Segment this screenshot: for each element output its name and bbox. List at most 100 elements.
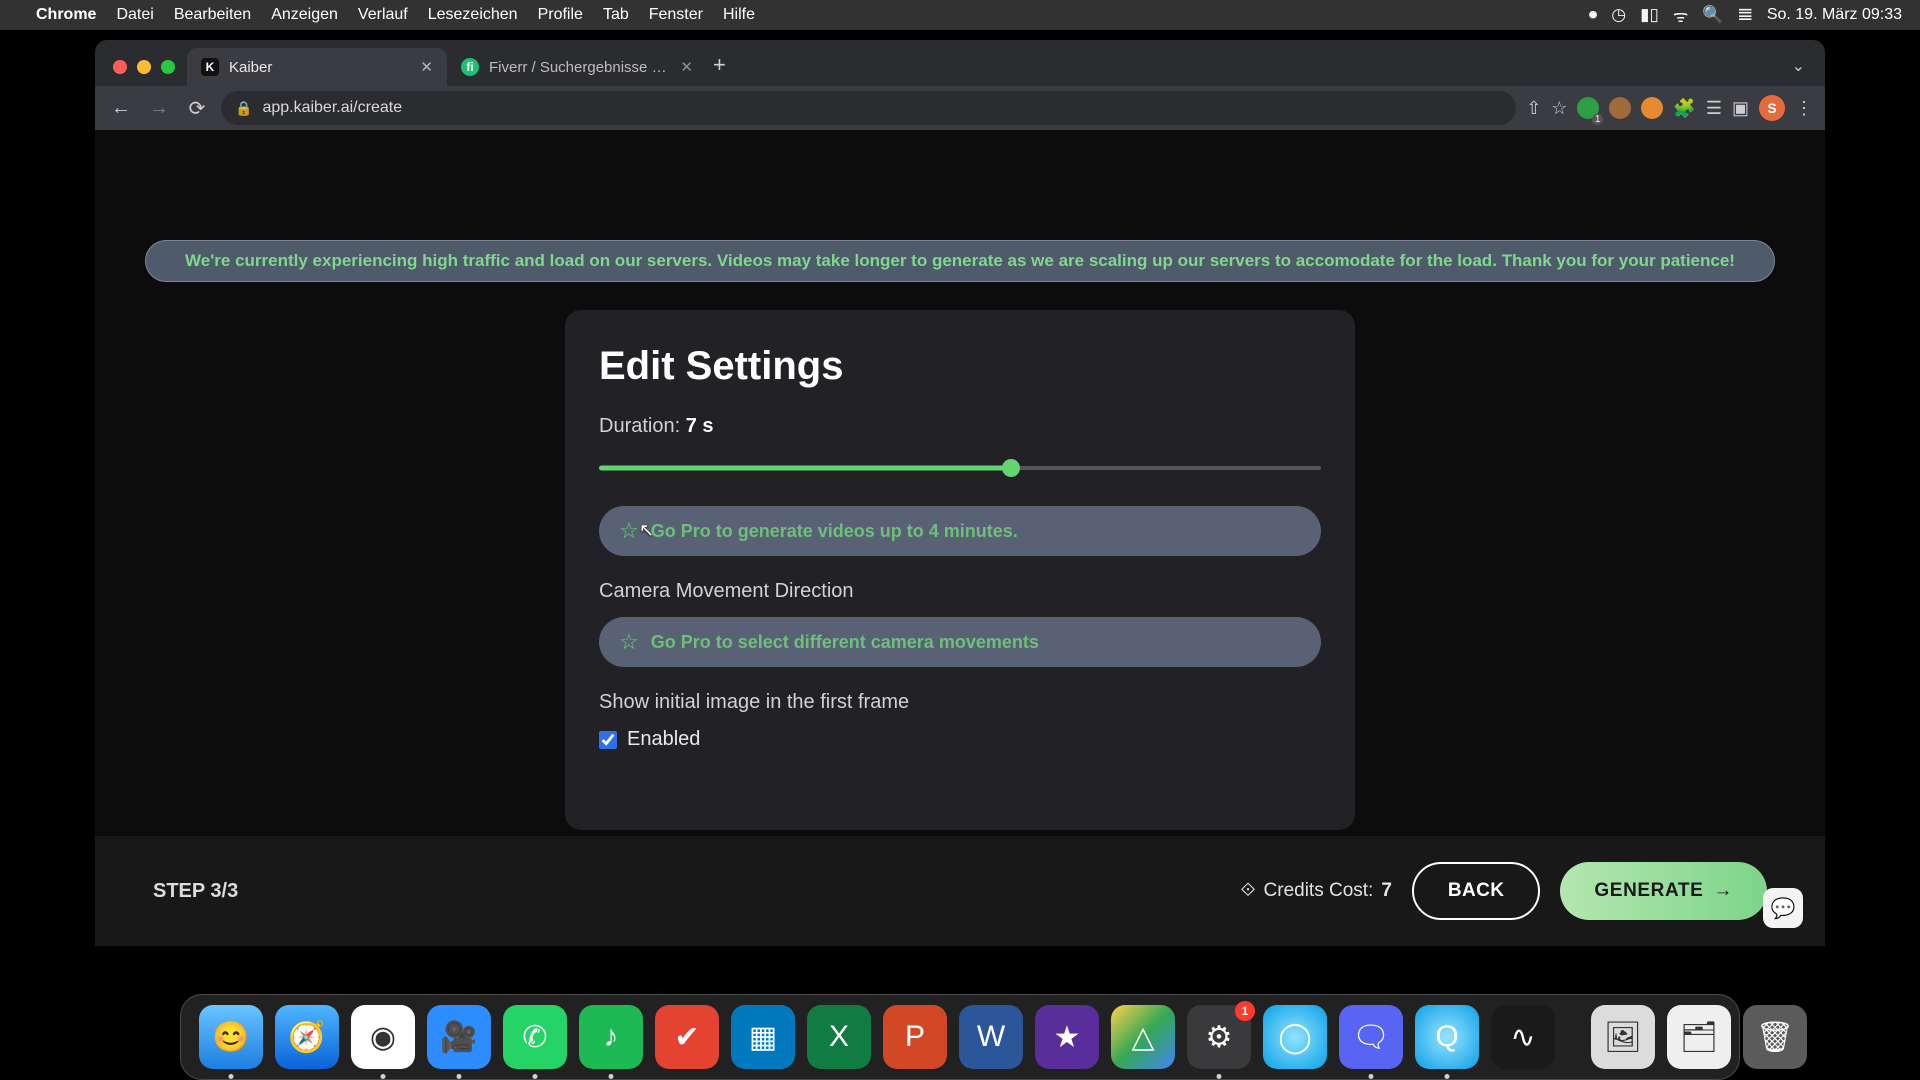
dock-screenshot-icon[interactable]: 🖼 [1591, 1005, 1655, 1069]
menu-tab[interactable]: Tab [603, 6, 629, 24]
share-icon[interactable]: ⇧ [1526, 98, 1541, 119]
high-traffic-banner: We're currently experiencing high traffi… [145, 240, 1775, 282]
nav-reload-icon[interactable]: ⟳ [183, 96, 211, 121]
address-bar[interactable]: 🔒 app.kaiber.ai/create [221, 91, 1516, 125]
credits-label: Credits Cost: [1264, 880, 1374, 902]
dock-spotify-icon[interactable]: ♪ [579, 1005, 643, 1069]
dock-finder-icon[interactable]: 😊 [199, 1005, 263, 1069]
credits-cost: ⟐ Credits Cost: 7 [1241, 880, 1392, 902]
clock-icon[interactable]: ◷ [1611, 5, 1626, 25]
camera-movement-heading: Camera Movement Direction [599, 580, 1321, 603]
dock-trash-icon[interactable]: 🗑 [1743, 1005, 1807, 1069]
go-pro-camera-text: Go Pro to select different camera moveme… [651, 632, 1039, 653]
lock-icon: 🔒 [235, 100, 252, 117]
credits-value: 7 [1381, 880, 1392, 902]
back-button[interactable]: BACK [1412, 862, 1541, 920]
menu-verlauf[interactable]: Verlauf [358, 6, 408, 24]
extension-badge: 1 [1592, 114, 1604, 125]
dock-drive-icon[interactable]: △ [1111, 1005, 1175, 1069]
menubar-datetime[interactable]: So. 19. März 09:33 [1767, 6, 1902, 24]
chrome-tabstrip: K Kaiber ✕ fi Fiverr / Suchergebnisse fü… [95, 40, 1825, 86]
duration-slider[interactable] [599, 456, 1321, 480]
menu-lesezeichen[interactable]: Lesezeichen [428, 6, 518, 24]
dock-audio-app-icon[interactable]: ∿ [1491, 1005, 1555, 1069]
settings-badge: 1 [1235, 1001, 1255, 1021]
nav-back-icon[interactable]: ← [107, 97, 135, 120]
window-minimize-icon[interactable] [137, 60, 151, 74]
slider-fill [599, 466, 1011, 471]
extension-shield-icon[interactable]: 1 [1577, 97, 1599, 119]
duration-label-text: Duration: [599, 415, 686, 437]
mouse-cursor-icon: ↖ [639, 520, 654, 541]
tab-close-icon[interactable]: ✕ [420, 58, 433, 76]
duration-value: 7 s [686, 415, 714, 437]
battery-icon[interactable]: ▮▯ [1640, 5, 1659, 25]
go-pro-duration-pill[interactable]: ☆ Go Pro to generate videos up to 4 minu… [599, 506, 1321, 556]
dock-discord-icon[interactable]: 🗨 [1339, 1005, 1403, 1069]
dock-zoom-icon[interactable]: 🎥 [427, 1005, 491, 1069]
credits-icon: ⟐ [1241, 880, 1256, 902]
menu-bearbeiten[interactable]: Bearbeiten [174, 6, 251, 24]
dock-chrome-icon[interactable]: ◉ [351, 1005, 415, 1069]
wifi-icon[interactable]: ᯤ [1673, 4, 1689, 27]
menu-hilfe[interactable]: Hilfe [723, 6, 755, 24]
star-icon: ☆ [619, 518, 639, 544]
page-viewport: We're currently experiencing high traffi… [95, 130, 1825, 946]
generate-button[interactable]: GENERATE → [1560, 862, 1767, 920]
spotlight-icon[interactable]: 🔍 [1702, 5, 1723, 25]
slider-thumb[interactable] [1002, 459, 1020, 477]
enabled-checkbox[interactable] [599, 731, 617, 749]
extension-icon[interactable] [1609, 97, 1631, 119]
go-pro-camera-pill[interactable]: ☆ Go Pro to select different camera move… [599, 617, 1321, 667]
tab-title: Kaiber [229, 59, 410, 76]
screen-record-icon[interactable]: ⏺ [1589, 5, 1598, 25]
menubar-app-name[interactable]: Chrome [36, 6, 96, 24]
enabled-label: Enabled [627, 728, 700, 751]
dock-safari-icon[interactable]: 🧭 [275, 1005, 339, 1069]
dock-quicktime-icon[interactable]: Q [1415, 1005, 1479, 1069]
dock-app-icon[interactable]: ◯ [1263, 1005, 1327, 1069]
macos-menubar: Chrome Datei Bearbeiten Anzeigen Verlauf… [0, 0, 1920, 30]
dock-settings-icon[interactable]: ⚙ 1 [1187, 1005, 1251, 1069]
bookmark-star-icon[interactable]: ☆ [1551, 98, 1567, 119]
dock-powerpoint-icon[interactable]: P [883, 1005, 947, 1069]
tab-kaiber[interactable]: K Kaiber ✕ [187, 48, 447, 86]
window-traffic-lights [113, 60, 175, 74]
profile-avatar[interactable]: S [1759, 95, 1785, 121]
side-panel-icon[interactable]: ▣ [1732, 98, 1749, 119]
dock-whatsapp-icon[interactable]: ✆ [503, 1005, 567, 1069]
extension-icon[interactable] [1641, 97, 1663, 119]
extensions-puzzle-icon[interactable]: 🧩 [1673, 98, 1695, 119]
control-center-icon[interactable]: 𝌆 [1738, 5, 1753, 25]
duration-label: Duration: 7 s [599, 415, 1321, 438]
dock-trello-icon[interactable]: ▦ [731, 1005, 795, 1069]
step-indicator: STEP 3/3 [153, 880, 238, 903]
favicon-fiverr-icon: fi [461, 58, 479, 76]
dock-excel-icon[interactable]: X [807, 1005, 871, 1069]
dock-imovie-icon[interactable]: ★ [1035, 1005, 1099, 1069]
menu-fenster[interactable]: Fenster [649, 6, 703, 24]
dock-todoist-icon[interactable]: ✔ [655, 1005, 719, 1069]
kebab-menu-icon[interactable]: ⋮ [1795, 98, 1813, 119]
dock-stack-icon[interactable]: 🗂 [1667, 1005, 1731, 1069]
menu-datei[interactable]: Datei [116, 6, 153, 24]
tab-fiverr[interactable]: fi Fiverr / Suchergebnisse für „lo ✕ [447, 48, 707, 86]
tab-overflow-icon[interactable]: ⌄ [1792, 56, 1805, 76]
nav-forward-icon[interactable]: → [145, 97, 173, 120]
banner-text: We're currently experiencing high traffi… [185, 251, 1735, 271]
arrow-right-icon: → [1713, 880, 1733, 902]
new-tab-button[interactable]: + [713, 52, 726, 78]
chat-icon: 💬 [1771, 896, 1796, 921]
generate-label: GENERATE [1594, 880, 1703, 902]
window-zoom-icon[interactable] [161, 60, 175, 74]
menu-profile[interactable]: Profile [538, 6, 583, 24]
reading-list-icon[interactable]: ☰ [1706, 98, 1722, 119]
favicon-kaiber-icon: K [201, 58, 219, 76]
menu-anzeigen[interactable]: Anzeigen [271, 6, 338, 24]
intercom-launcher[interactable]: 💬 [1763, 888, 1803, 928]
chrome-window: K Kaiber ✕ fi Fiverr / Suchergebnisse fü… [95, 40, 1825, 946]
dock-word-icon[interactable]: W [959, 1005, 1023, 1069]
star-icon: ☆ [619, 629, 639, 655]
tab-close-icon[interactable]: ✕ [680, 58, 693, 76]
window-close-icon[interactable] [113, 60, 127, 74]
